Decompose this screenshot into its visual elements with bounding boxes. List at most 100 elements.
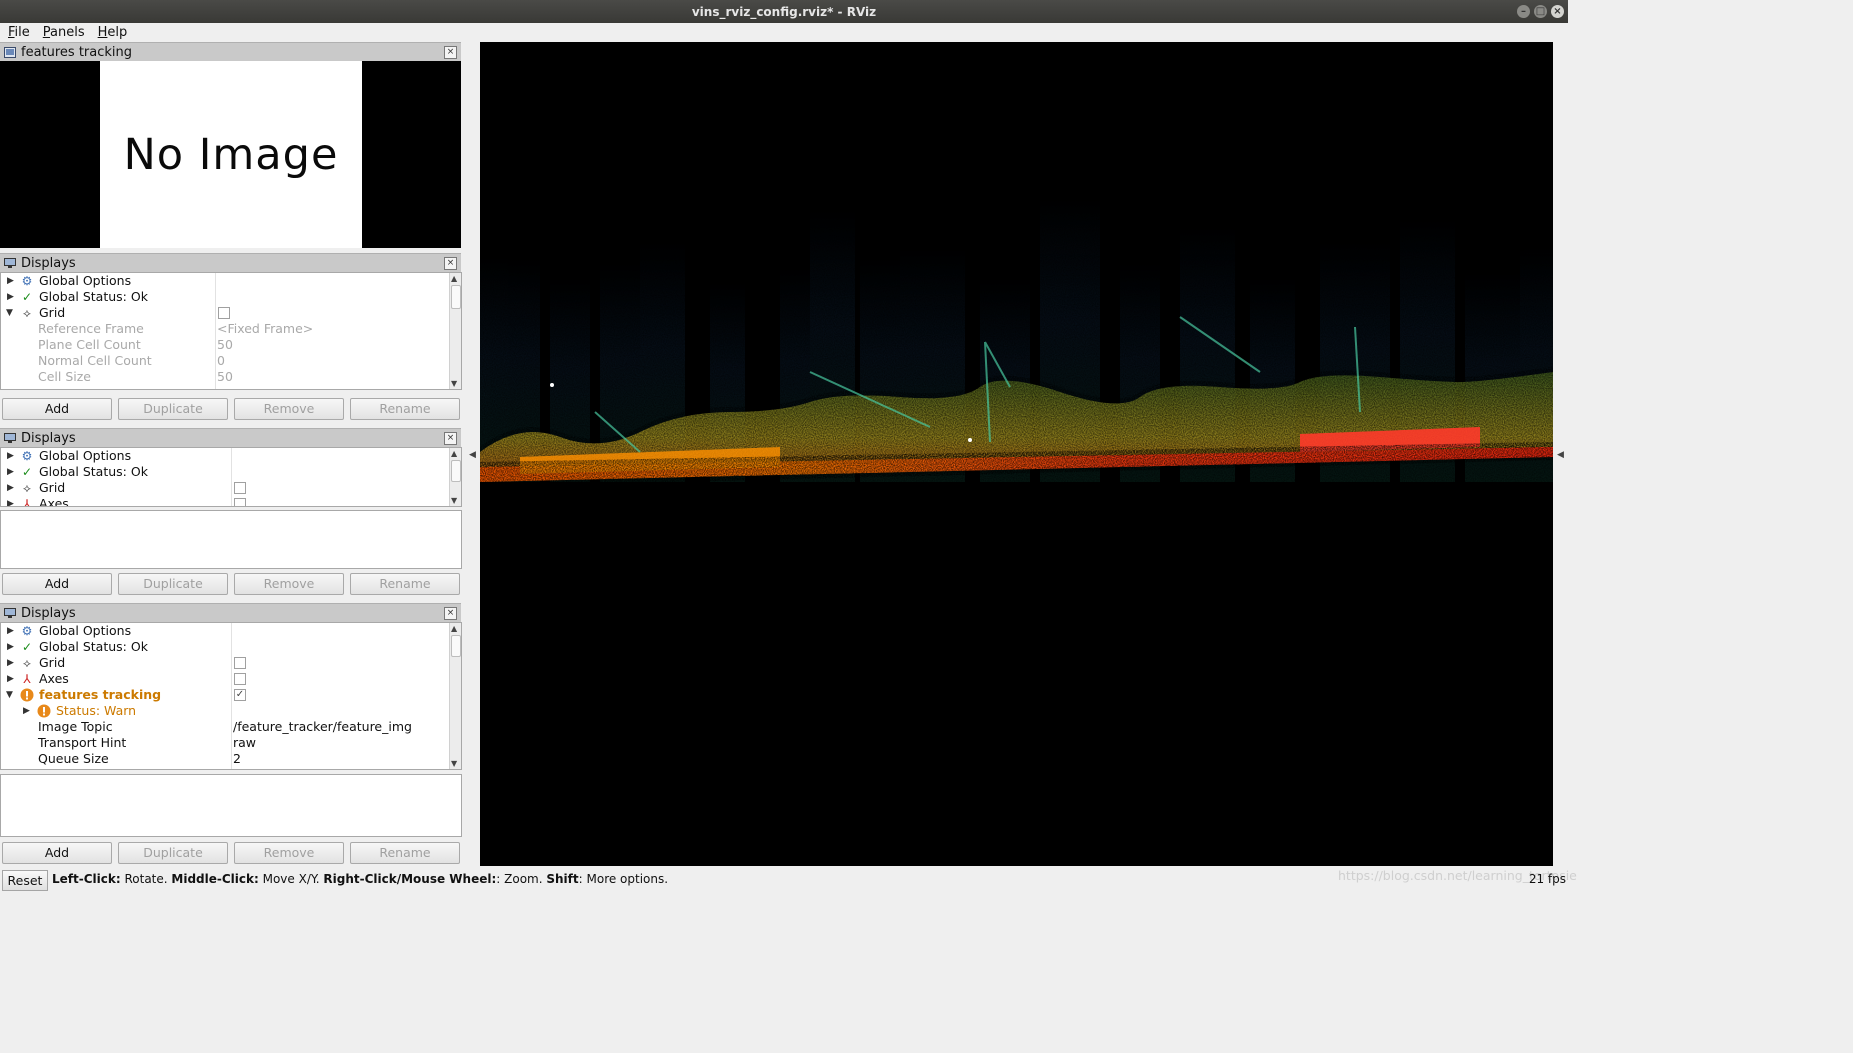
- menu-help[interactable]: Help: [98, 25, 128, 40]
- tree-row-image-topic[interactable]: Image Topic /feature_tracker/feature_img: [1, 719, 449, 735]
- tree-row-grid[interactable]: ▶ ⟡ Grid: [1, 655, 449, 671]
- collapse-arrow-icon[interactable]: ▼: [6, 687, 13, 703]
- grid-enable-checkbox[interactable]: [218, 307, 230, 319]
- add-button[interactable]: Add: [2, 573, 112, 595]
- tree-row-global-options[interactable]: ▶ ⚙ Global Options: [1, 273, 449, 289]
- tree-row-plane-cell-count[interactable]: Plane Cell Count 50: [1, 337, 449, 353]
- row-label: features tracking: [39, 687, 162, 702]
- gear-icon: ⚙: [21, 449, 33, 463]
- collapse-right-arrow-icon[interactable]: ◀: [1557, 450, 1564, 460]
- rename-button[interactable]: Rename: [350, 573, 460, 595]
- middle-click-desc: Move X/Y.: [258, 872, 324, 886]
- gear-icon: ⚙: [21, 624, 33, 638]
- axes-enable-checkbox[interactable]: [234, 498, 246, 506]
- expand-arrow-icon[interactable]: ▶: [7, 496, 14, 506]
- expand-arrow-icon[interactable]: ▶: [7, 655, 14, 671]
- expand-arrow-icon[interactable]: ▶: [23, 703, 30, 719]
- scroll-up-icon[interactable]: ▲: [451, 449, 457, 458]
- tree-row-features-tracking[interactable]: ▼ features tracking ✓: [1, 687, 449, 703]
- close-panel-icon[interactable]: ×: [444, 607, 457, 620]
- tree-row-grid[interactable]: ▶ ⟡ Grid: [1, 480, 449, 496]
- image-panel-header[interactable]: features tracking ×: [0, 42, 461, 62]
- displays-panel-3-title: Displays: [21, 605, 76, 621]
- expand-arrow-icon[interactable]: ▶: [7, 639, 14, 655]
- scroll-down-icon[interactable]: ▼: [451, 379, 457, 388]
- window-title: vins_rviz_config.rviz* - RViz: [691, 4, 877, 19]
- tree-row-global-status[interactable]: ▶ ✓ Global Status: Ok: [1, 464, 449, 480]
- grid-enable-checkbox[interactable]: [234, 482, 246, 494]
- reset-button[interactable]: Reset: [2, 870, 48, 891]
- expand-arrow-icon[interactable]: ▶: [7, 623, 14, 639]
- row-label: Transport Hint: [38, 735, 127, 750]
- tree-row-grid[interactable]: ▼ ⟡ Grid: [1, 305, 449, 321]
- displays-panel-2-header[interactable]: Displays ×: [0, 428, 461, 448]
- grid-enable-checkbox[interactable]: [234, 657, 246, 669]
- scroll-up-icon[interactable]: ▲: [451, 624, 457, 633]
- rename-button[interactable]: Rename: [350, 842, 460, 864]
- close-panel-icon[interactable]: ×: [444, 432, 457, 445]
- tree-row-axes[interactable]: ▶ ⅄ Axes: [1, 496, 449, 506]
- tree-row-global-status[interactable]: ▶ ✓ Global Status: Ok: [1, 289, 449, 305]
- features-tracking-enable-checkbox[interactable]: ✓: [234, 689, 246, 701]
- axes-enable-checkbox[interactable]: [234, 673, 246, 685]
- displays-tree-1[interactable]: ▶ ⚙ Global Options ▶ ✓ Global Status: Ok…: [0, 272, 462, 390]
- rename-button[interactable]: Rename: [350, 398, 460, 420]
- tree-row-cell-size[interactable]: Cell Size 50: [1, 369, 449, 385]
- maximize-icon[interactable]: □: [1534, 5, 1547, 18]
- middle-click-label: Middle-Click:: [171, 872, 259, 886]
- collapse-arrow-icon[interactable]: ▼: [6, 305, 13, 321]
- scroll-thumb[interactable]: [451, 285, 461, 309]
- tree-row-reference-frame[interactable]: Reference Frame <Fixed Frame>: [1, 321, 449, 337]
- add-button[interactable]: Add: [2, 842, 112, 864]
- scroll-down-icon[interactable]: ▼: [451, 759, 457, 768]
- scroll-thumb[interactable]: [451, 635, 461, 657]
- transport-hint-value[interactable]: raw: [233, 735, 256, 751]
- vertical-scrollbar[interactable]: ▲ ▼: [449, 623, 461, 769]
- tree-row-global-status[interactable]: ▶ ✓ Global Status: Ok: [1, 639, 449, 655]
- minimize-icon[interactable]: –: [1517, 5, 1530, 18]
- remove-button[interactable]: Remove: [234, 398, 344, 420]
- warning-icon: [20, 688, 34, 702]
- duplicate-button[interactable]: Duplicate: [118, 842, 228, 864]
- vertical-scrollbar[interactable]: ▲ ▼: [449, 273, 461, 389]
- displays-tree-3[interactable]: ▶ ⚙ Global Options ▶ ✓ Global Status: Ok…: [0, 622, 462, 770]
- expand-arrow-icon[interactable]: ▶: [7, 464, 14, 480]
- window-titlebar: vins_rviz_config.rviz* - RViz – □ ×: [0, 0, 1568, 23]
- duplicate-button[interactable]: Duplicate: [118, 398, 228, 420]
- scroll-thumb[interactable]: [451, 460, 461, 482]
- expand-arrow-icon[interactable]: ▶: [7, 289, 14, 305]
- displays-panel-1-header[interactable]: Displays ×: [0, 253, 461, 273]
- duplicate-button[interactable]: Duplicate: [118, 573, 228, 595]
- tree-row-global-options[interactable]: ▶ ⚙ Global Options: [1, 448, 449, 464]
- tree-row-transport-hint[interactable]: Transport Hint raw: [1, 735, 449, 751]
- menu-file[interactable]: File: [8, 25, 30, 40]
- tree-row-status-warn[interactable]: ▶ Status: Warn: [1, 703, 449, 719]
- left-click-label: Left-Click:: [52, 872, 121, 886]
- check-icon: ✓: [21, 290, 33, 304]
- menu-panels[interactable]: Panels: [43, 25, 85, 40]
- tree-row-axes[interactable]: ▶ ⅄ Axes: [1, 671, 449, 687]
- close-panel-icon[interactable]: ×: [444, 257, 457, 270]
- expand-arrow-icon[interactable]: ▶: [7, 671, 14, 687]
- displays-panel-3-header[interactable]: Displays ×: [0, 603, 461, 623]
- image-topic-value[interactable]: /feature_tracker/feature_img: [233, 719, 412, 735]
- row-label: Global Options: [39, 623, 132, 638]
- render-3d-view[interactable]: [480, 42, 1553, 866]
- close-window-icon[interactable]: ×: [1551, 5, 1564, 18]
- scroll-up-icon[interactable]: ▲: [451, 274, 457, 283]
- tree-row-global-options[interactable]: ▶ ⚙ Global Options: [1, 623, 449, 639]
- displays-tree-2[interactable]: ▶ ⚙ Global Options ▶ ✓ Global Status: Ok…: [0, 447, 462, 507]
- queue-size-value[interactable]: 2: [233, 751, 241, 767]
- add-button[interactable]: Add: [2, 398, 112, 420]
- close-panel-icon[interactable]: ×: [444, 46, 457, 59]
- expand-arrow-icon[interactable]: ▶: [7, 448, 14, 464]
- remove-button[interactable]: Remove: [234, 573, 344, 595]
- expand-arrow-icon[interactable]: ▶: [7, 480, 14, 496]
- tree-row-normal-cell-count[interactable]: Normal Cell Count 0: [1, 353, 449, 369]
- expand-arrow-icon[interactable]: ▶: [7, 273, 14, 289]
- tree-row-queue-size[interactable]: Queue Size 2: [1, 751, 449, 767]
- remove-button[interactable]: Remove: [234, 842, 344, 864]
- scroll-down-icon[interactable]: ▼: [451, 496, 457, 505]
- collapse-left-arrow-icon[interactable]: ◀: [469, 450, 476, 460]
- vertical-scrollbar[interactable]: ▲ ▼: [449, 448, 461, 506]
